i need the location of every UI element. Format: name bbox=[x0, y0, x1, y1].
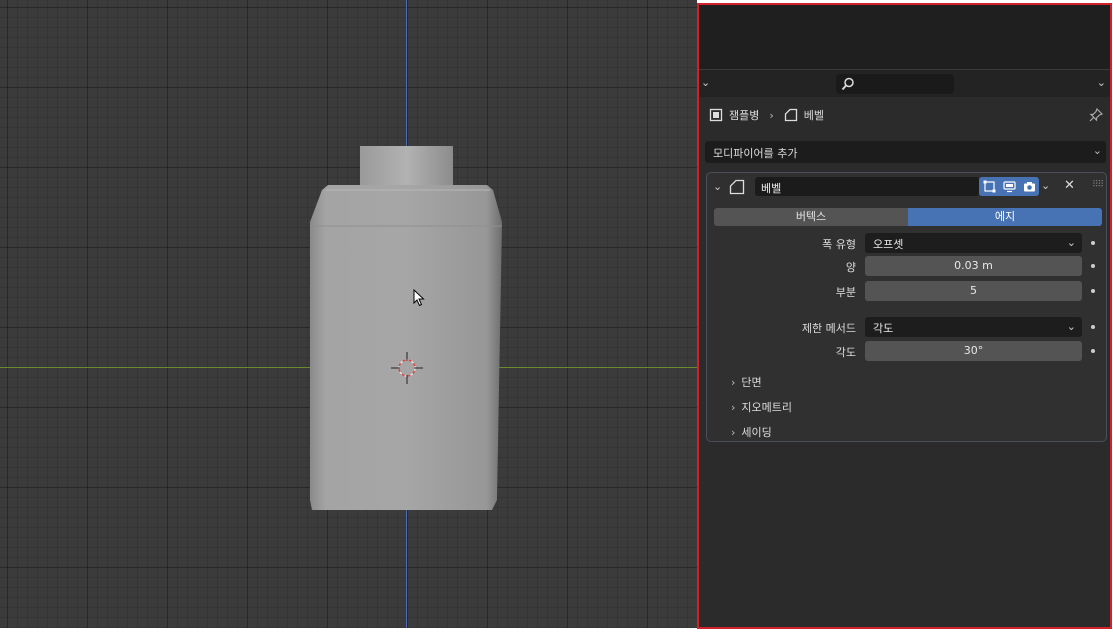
bottle-shoulder bbox=[310, 185, 502, 222]
modifier-header: ⌄ 베벨 ⌄ ✕ ⠿⠿ bbox=[707, 173, 1106, 201]
keyframe-dot-icon[interactable] bbox=[1091, 289, 1095, 293]
subpanel-shading-label: 세이딩 bbox=[741, 426, 772, 439]
width-type-value: 오프셋 bbox=[873, 238, 904, 251]
collapse-chevron-icon[interactable]: ⌄ bbox=[713, 180, 722, 193]
mouse-pointer-icon bbox=[413, 289, 425, 307]
3d-cursor-icon bbox=[391, 352, 423, 384]
segments-row: 부분 5 bbox=[707, 281, 1106, 301]
breadcrumb-object[interactable]: 잼플병 bbox=[729, 107, 759, 123]
render-toggle[interactable] bbox=[1019, 177, 1039, 196]
properties-panel: ⌄ ⌄ 잼플병 › 베벨 모디파이어를 추가 ⌄ ⌄ 베벨 ⌄ ✕ ⠿⠿ 버텍스… bbox=[697, 3, 1112, 629]
subpanel-profile-label: 단면 bbox=[741, 376, 762, 389]
bottle-mesh[interactable] bbox=[0, 0, 697, 628]
amount-field[interactable]: 0.03 m bbox=[865, 256, 1082, 276]
search-input[interactable] bbox=[836, 74, 954, 94]
width-type-row: 폭 유형 오프셋 ⌄ bbox=[707, 233, 1106, 253]
keyframe-dot-icon[interactable] bbox=[1091, 349, 1095, 353]
add-modifier-label: 모디파이어를 추가 bbox=[713, 147, 798, 160]
chevron-right-icon: › bbox=[731, 376, 736, 389]
panel-empty-area bbox=[699, 443, 1110, 627]
affect-mode-segmented: 버텍스 에지 bbox=[714, 208, 1102, 226]
segments-field[interactable]: 5 bbox=[865, 281, 1082, 301]
chevron-right-icon: › bbox=[769, 108, 774, 122]
width-type-label: 폭 유형 bbox=[822, 238, 856, 251]
pin-icon[interactable] bbox=[1088, 107, 1104, 123]
chevron-right-icon: › bbox=[731, 426, 736, 439]
bottle-neck bbox=[360, 146, 453, 186]
bevel-modifier-icon bbox=[784, 108, 797, 122]
limit-method-value: 각도 bbox=[873, 322, 894, 335]
breadcrumb: 잼플병 › 베벨 bbox=[709, 105, 824, 125]
chevron-down-icon: ⌄ bbox=[1066, 236, 1076, 249]
angle-field[interactable]: 30° bbox=[865, 341, 1082, 361]
chevron-down-icon: ⌄ bbox=[1066, 320, 1076, 333]
tab-vertices[interactable]: 버텍스 bbox=[714, 208, 908, 226]
chevron-down-icon[interactable]: ⌄ bbox=[701, 76, 710, 89]
subpanel-geometry[interactable]: › 지오메트리 bbox=[731, 399, 792, 417]
chevron-right-icon: › bbox=[731, 401, 736, 414]
limit-method-row: 제한 메서드 각도 ⌄ bbox=[707, 317, 1106, 337]
chevron-down-icon[interactable]: ⌄ bbox=[1097, 76, 1106, 89]
bevel-modifier-panel: ⌄ 베벨 ⌄ ✕ ⠿⠿ 버텍스 에지 폭 유형 오프셋 ⌄ 양 0.03 m 부… bbox=[706, 172, 1107, 442]
limit-method-dropdown[interactable]: 각도 ⌄ bbox=[865, 317, 1082, 337]
subpanel-geometry-label: 지오메트리 bbox=[741, 401, 793, 414]
modifier-name-input[interactable]: 베벨 bbox=[755, 177, 979, 196]
tab-edges[interactable]: 에지 bbox=[908, 208, 1102, 226]
angle-row: 각도 30° bbox=[707, 341, 1106, 361]
modifier-options-dropdown-icon[interactable]: ⌄ bbox=[1041, 179, 1050, 192]
render-camera-icon bbox=[1023, 182, 1035, 192]
amount-row: 양 0.03 m bbox=[707, 256, 1106, 276]
angle-label: 각도 bbox=[835, 346, 856, 359]
modifier-visibility-toggles bbox=[979, 177, 1039, 196]
keyframe-dot-icon[interactable] bbox=[1091, 325, 1095, 329]
viewport-display-toggle[interactable] bbox=[999, 177, 1019, 196]
edit-mode-icon bbox=[983, 180, 995, 193]
amount-label: 양 bbox=[845, 261, 856, 274]
subpanel-shading[interactable]: › 세이딩 bbox=[731, 424, 772, 442]
keyframe-dot-icon[interactable] bbox=[1091, 241, 1095, 245]
keyframe-dot-icon[interactable] bbox=[1091, 264, 1095, 268]
bevel-modifier-icon bbox=[729, 179, 745, 195]
subpanel-profile[interactable]: › 단면 bbox=[731, 374, 762, 392]
drag-handle-icon[interactable]: ⠿⠿ bbox=[1092, 180, 1104, 190]
object-icon bbox=[709, 108, 723, 122]
search-row: ⌄ ⌄ bbox=[699, 69, 1110, 97]
search-icon bbox=[841, 77, 854, 91]
add-modifier-dropdown[interactable]: 모디파이어를 추가 ⌄ bbox=[705, 141, 1106, 163]
close-icon[interactable]: ✕ bbox=[1064, 178, 1075, 193]
segments-label: 부분 bbox=[835, 286, 856, 299]
properties-header bbox=[699, 5, 1110, 69]
width-type-dropdown[interactable]: 오프셋 ⌄ bbox=[865, 233, 1082, 253]
3d-viewport[interactable] bbox=[0, 0, 697, 628]
breadcrumb-modifier[interactable]: 베벨 bbox=[804, 107, 824, 123]
limit-method-label: 제한 메서드 bbox=[801, 322, 856, 335]
viewport-display-icon bbox=[1002, 181, 1016, 193]
edit-mode-toggle[interactable] bbox=[979, 177, 999, 196]
chevron-down-icon: ⌄ bbox=[1092, 144, 1102, 157]
